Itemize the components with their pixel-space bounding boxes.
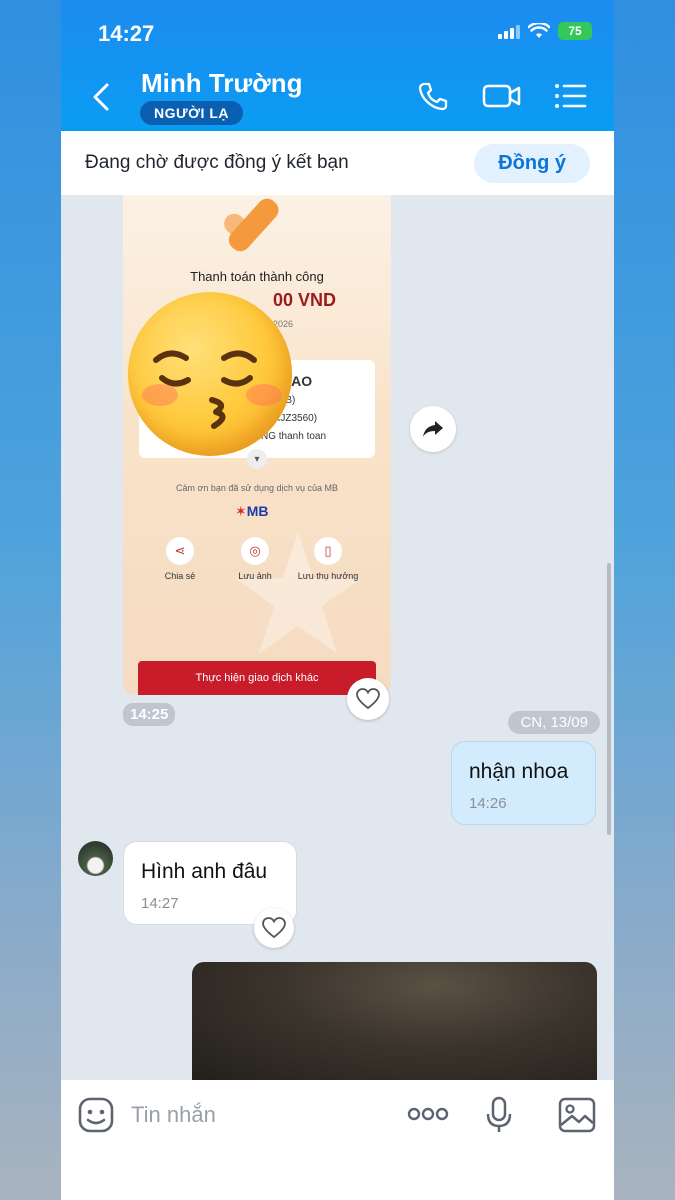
share-label: Chia sẻ xyxy=(164,571,196,581)
accept-friend-button[interactable]: Đồng ý xyxy=(474,143,590,183)
camera-icon: ◎ xyxy=(241,537,269,565)
emoji-blush-left xyxy=(142,384,178,406)
contact-name[interactable]: Minh Trường xyxy=(141,68,303,99)
kissing-face-emoji-overlay xyxy=(128,292,292,456)
share-icon: ⋖ xyxy=(166,537,194,565)
receipt-new-transaction-button: Thực hiện giao dịch khác xyxy=(138,661,376,695)
friend-request-bar: Đang chờ được đồng ý kết bạn Đồng ý xyxy=(61,131,614,195)
chat-screen: 14:27 75 Minh Trường NGƯỜI LẠ Đang chờ đ… xyxy=(61,0,614,1200)
message-input[interactable]: Tin nhắn xyxy=(131,1102,216,1128)
more-options-icon[interactable] xyxy=(407,1104,449,1124)
save-beneficiary-label: Lưu thụ hưởng xyxy=(297,571,359,581)
date-separator: CN, 13/09 xyxy=(508,711,600,734)
message-time: 14:26 xyxy=(469,795,507,812)
image-gallery-icon[interactable] xyxy=(558,1097,596,1133)
battery-level: 75 xyxy=(568,24,582,38)
phone-icon[interactable] xyxy=(417,80,449,112)
forward-button[interactable] xyxy=(410,406,456,452)
message-text: nhận nhoa xyxy=(469,760,569,783)
heart-icon xyxy=(356,688,380,710)
react-heart-button[interactable] xyxy=(254,908,294,948)
receipt-thanks: Cảm ơn bạn đã sử dụng dịch vụ của MB xyxy=(175,483,338,493)
mb-brand-text: MB xyxy=(246,503,269,519)
sticker-icon[interactable] xyxy=(77,1096,115,1134)
chat-header: 14:27 75 Minh Trường NGƯỜI LẠ xyxy=(61,0,614,131)
emoji-features xyxy=(153,350,257,429)
pending-text: Đang chờ được đồng ý kết bạn xyxy=(85,152,349,173)
forward-arrow-icon xyxy=(423,421,443,437)
receipt-action-save-beneficiary: ▯ Lưu thụ hưởng xyxy=(285,537,371,581)
mb-star-icon: ✶ xyxy=(235,503,247,519)
outgoing-message[interactable]: nhận nhoa 14:26 xyxy=(451,741,596,825)
microphone-icon[interactable] xyxy=(486,1096,512,1134)
photo-message[interactable] xyxy=(192,962,597,1082)
emoji-blush-right xyxy=(246,384,282,406)
mb-logo: ✶MB xyxy=(235,503,269,520)
heart-icon xyxy=(262,917,286,939)
status-time: 14:27 xyxy=(98,21,155,46)
signal-icon xyxy=(498,23,520,39)
bookmark-icon: ▯ xyxy=(314,537,342,565)
react-heart-button[interactable] xyxy=(347,678,389,720)
status-icons: 75 xyxy=(498,22,592,40)
receipt-action-save-image: ◎ Lưu ảnh xyxy=(220,537,290,581)
wifi-icon xyxy=(528,23,550,38)
video-call-icon[interactable] xyxy=(482,80,522,112)
avatar[interactable] xyxy=(78,841,113,876)
message-text: Hình anh đâu xyxy=(141,860,268,883)
message-input-bar: Tin nhắn xyxy=(61,1080,614,1200)
battery-indicator: 75 xyxy=(558,22,592,40)
stranger-badge: NGƯỜI LẠ xyxy=(140,101,243,125)
back-icon[interactable] xyxy=(91,82,111,112)
receipt-action-share: ⋖ Chia sẻ xyxy=(145,537,215,581)
message-time: 14:27 xyxy=(141,895,179,912)
save-image-label: Lưu ảnh xyxy=(238,571,272,581)
menu-list-icon[interactable] xyxy=(553,80,587,112)
receipt-time: 14:25 xyxy=(123,703,176,726)
scrollbar[interactable] xyxy=(607,563,611,835)
receipt-title: Thanh toán thành công xyxy=(190,269,324,284)
